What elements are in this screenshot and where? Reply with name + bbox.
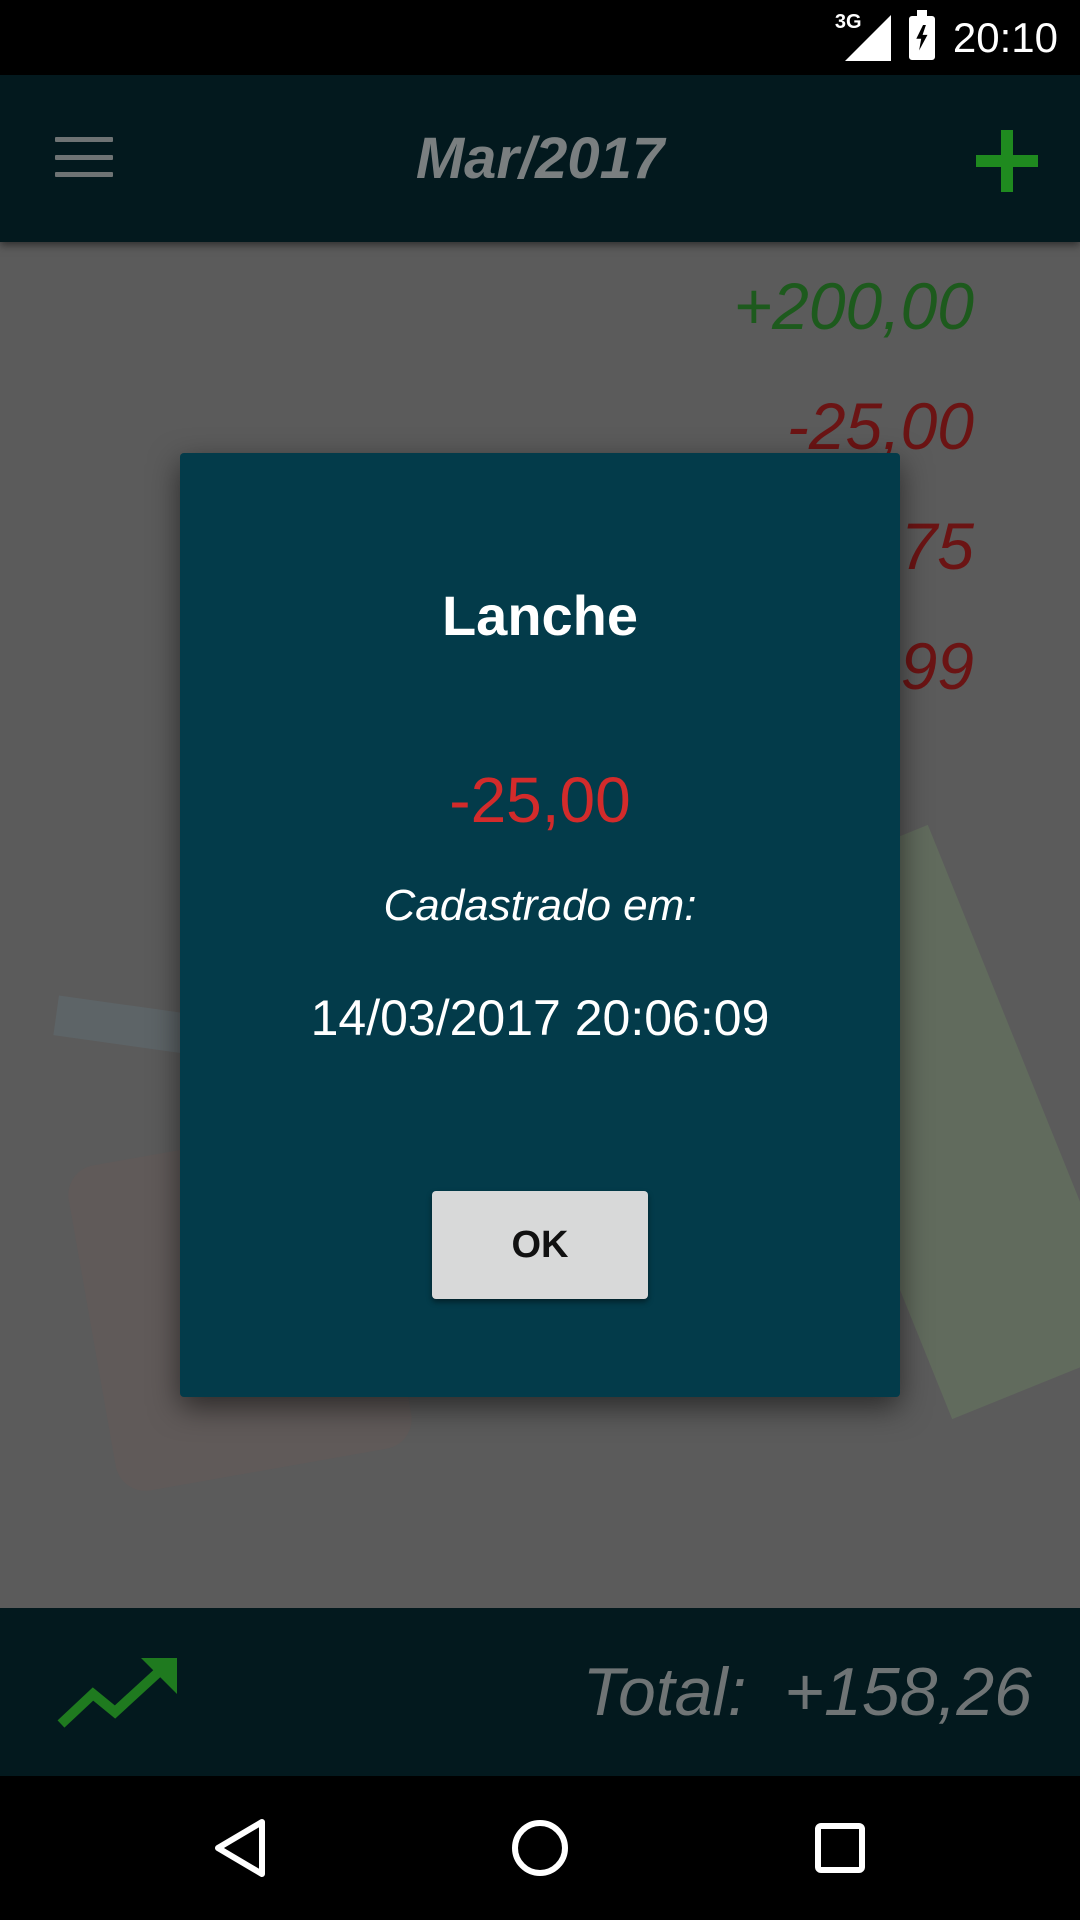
registered-date: 14/03/2017 20:06:09 [310,990,770,1046]
app-toolbar: Mar/2017 [0,75,1080,242]
month-title: Mar/2017 [415,126,665,191]
battery-icon [908,9,935,60]
trending-up-icon[interactable] [55,1654,180,1730]
ok-button[interactable]: OK [432,1191,648,1299]
entry-amount[interactable]: 75 [901,508,974,584]
recents-square-icon[interactable] [804,1812,876,1884]
signal-icon: 3G [835,11,891,61]
back-triangle-icon[interactable] [204,1812,276,1884]
total-label: Total: [582,1654,747,1730]
total-value: +158,26 [784,1654,1032,1730]
dialog-amount: -25,00 [449,764,631,836]
home-circle-icon[interactable] [504,1812,576,1884]
status-indicators: 3G 20:10 [835,0,1058,75]
registered-label: Cadastrado em: [383,881,697,930]
total-summary: Total: +158,26 [583,1608,1032,1776]
entry-amount[interactable]: 99 [901,628,974,704]
plus-icon[interactable] [976,130,1038,192]
status-time: 20:10 [952,13,1058,61]
entry-detail-dialog: Lanche -25,00 Cadastrado em: 14/03/2017 … [180,453,900,1397]
dialog-title: Lanche [441,584,639,647]
entry-amount[interactable]: +200,00 [734,268,974,344]
charging-bolt-icon [916,24,928,51]
status-bar: 3G 20:10 [0,0,1080,75]
signal-strength-icon [844,14,891,61]
